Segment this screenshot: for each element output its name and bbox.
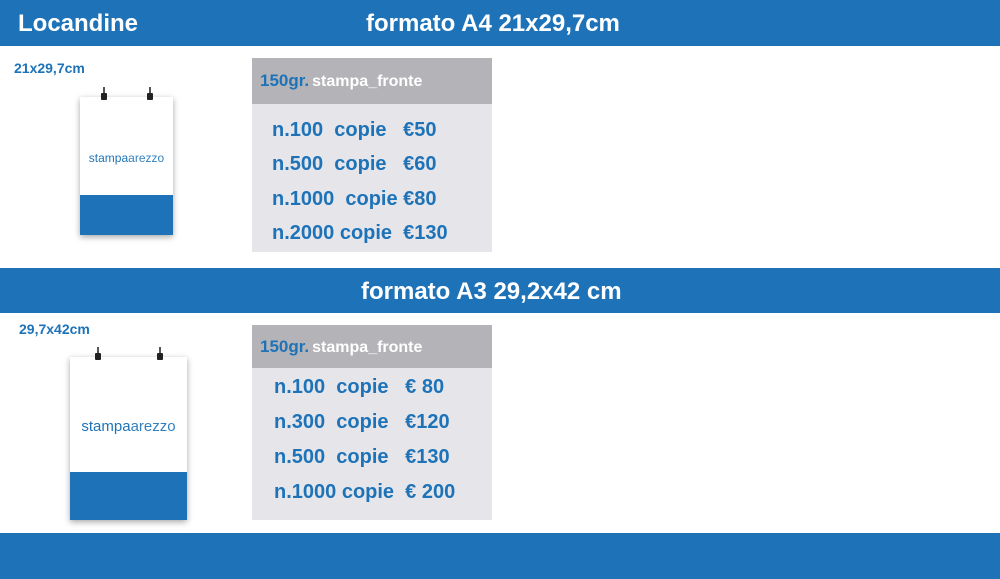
a3-brand-light: arezzo <box>130 418 176 435</box>
a4-price-header: 150gr. stampa_fronte <box>252 58 492 104</box>
a4-price-row: n.100 copie €50 <box>272 119 437 141</box>
format-a4-title: formato A4 21x29,7cm <box>366 10 620 37</box>
a3-price-row: n.1000 copie € 200 <box>274 481 456 503</box>
a3-price-row: n.300 copie €120 <box>274 411 450 433</box>
clip-icon <box>147 87 153 100</box>
a4-poster-stripe <box>80 195 173 235</box>
a3-poster-brand: stampaarezzo <box>70 418 187 435</box>
clip-icon <box>95 347 101 360</box>
a3-print-type: stampa_fronte <box>312 339 423 356</box>
clip-icon <box>157 347 163 360</box>
a3-poster-image: stampaarezzo <box>70 357 187 520</box>
a3-price-header: 150gr. stampa_fronte <box>252 325 492 368</box>
clip-icon <box>101 87 107 100</box>
a3-price-row: n.100 copie € 80 <box>274 376 445 398</box>
footer-band <box>0 533 1000 579</box>
page-title: Locandine <box>18 10 139 37</box>
a4-paper-weight: 150gr. <box>260 71 310 90</box>
a4-brand-light: arezzo <box>128 151 165 165</box>
a3-brand-main: stampa <box>81 418 131 435</box>
a4-poster-brand: stampaarezzo <box>80 151 173 165</box>
a4-poster-image: stampaarezzo <box>80 97 173 235</box>
header-band: Locandine formato A4 21x29,7cm <box>0 0 1000 46</box>
format-a3-title: formato A3 29,2x42 cm <box>361 278 622 305</box>
a3-paper-weight: 150gr. <box>260 337 310 356</box>
a4-price-box: 150gr. stampa_fronte n.100 copie €50 n.50… <box>252 58 492 252</box>
a4-price-row: n.2000 copie €130 <box>272 222 448 244</box>
a3-price-box: 150gr. stampa_fronte n.100 copie € 80 n.3… <box>252 325 492 520</box>
a3-price-row: n.500 copie €130 <box>274 446 450 468</box>
a3-size-label: 29,7x42cm <box>19 321 90 337</box>
a4-price-row: n.1000 copie €80 <box>272 188 437 210</box>
a4-brand-main: stampa <box>88 151 129 165</box>
a3-band: formato A3 29,2x42 cm <box>0 268 1000 313</box>
a4-print-type: stampa_fronte <box>312 73 423 90</box>
a4-price-row: n.500 copie €60 <box>272 153 437 175</box>
a3-poster-stripe <box>70 472 187 520</box>
a4-size-label: 21x29,7cm <box>14 60 85 76</box>
